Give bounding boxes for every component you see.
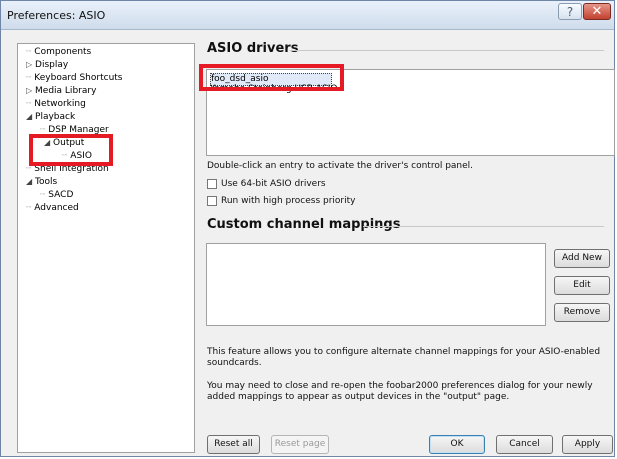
tree-item-advanced[interactable]: ┈ Advanced [26, 203, 79, 213]
cancel-button[interactable]: Cancel [496, 435, 553, 454]
asio-drivers-title: ASIO drivers [207, 41, 299, 56]
tree-item-label: Tools [35, 177, 58, 187]
checkbox-64bit[interactable] [207, 179, 217, 189]
edit-button[interactable]: Edit [554, 276, 610, 295]
tree-item-media-library[interactable]: ▷ Media Library [26, 86, 96, 96]
tree-item-label: Components [34, 47, 92, 57]
tree-item-components[interactable]: ┈ Components [26, 47, 91, 57]
tree-item-label: Advanced [34, 203, 79, 213]
preferences-tree[interactable]: ┈ Components ▷ Display ┈ Keyboard Shortc… [17, 43, 195, 453]
tree-branch-icon: ┈ [26, 47, 32, 57]
tree-branch-icon: ┈ [40, 190, 46, 200]
tree-item-label: SACD [48, 190, 74, 200]
remove-button[interactable]: Remove [554, 303, 610, 322]
driver-hint: Double-click an entry to activate the dr… [207, 161, 474, 171]
expand-arrow-icon[interactable]: ▷ [26, 60, 32, 69]
tree-branch-icon: ┈ [26, 99, 32, 109]
mapping-description: This feature allows you to configure alt… [207, 347, 601, 357]
channel-mapping-list[interactable] [206, 243, 546, 326]
checkbox-high-priority-label[interactable]: Run with high process priority [221, 196, 355, 206]
tree-item-label: Keyboard Shortcuts [34, 73, 123, 83]
expand-arrow-icon[interactable]: ▷ [26, 86, 32, 95]
tree-item-display[interactable]: ▷ Display [26, 60, 68, 70]
output-asio-highlight [29, 134, 113, 166]
tree-item-keyboard-shortcuts[interactable]: ┈ Keyboard Shortcuts [26, 73, 123, 83]
mapping-note-cont: added mappings to appear as output devic… [207, 392, 510, 402]
mapping-note: You may need to close and re-open the fo… [207, 381, 593, 391]
apply-button[interactable]: Apply [562, 435, 613, 454]
tree-item-playback[interactable]: ◢ Playback [26, 112, 75, 122]
preferences-window: Preferences: ASIO ? ✕ ┈ Components ▷ Dis… [0, 0, 615, 457]
close-button[interactable]: ✕ [583, 3, 611, 20]
tree-item-label: Media Library [35, 86, 97, 96]
tree-item-label: Playback [35, 112, 76, 122]
checkbox-high-priority[interactable] [207, 196, 217, 206]
tree-item-label: Display [35, 60, 69, 70]
foo-dsd-asio-highlight [199, 64, 344, 91]
ok-button[interactable]: OK [429, 435, 485, 454]
collapse-arrow-icon[interactable]: ◢ [26, 177, 32, 186]
tree-item-sacd[interactable]: ┈ SACD [40, 190, 73, 200]
tree-branch-icon: ┈ [26, 203, 32, 213]
group-divider [290, 50, 604, 51]
tree-item-networking[interactable]: ┈ Networking [26, 99, 86, 109]
tree-item-label: Networking [34, 99, 86, 109]
window-title: Preferences: ASIO [7, 9, 106, 22]
checkbox-64bit-label[interactable]: Use 64-bit ASIO drivers [221, 179, 326, 189]
collapse-arrow-icon[interactable]: ◢ [26, 112, 32, 121]
custom-mappings-title: Custom channel mappings [207, 217, 401, 232]
group-divider [363, 226, 604, 227]
mapping-description-cont: soundcards. [207, 358, 262, 368]
tree-branch-icon: ┈ [26, 73, 32, 83]
reset-page-button[interactable]: Reset page [271, 435, 329, 454]
add-new-button[interactable]: Add New [554, 249, 610, 268]
help-button[interactable]: ? [558, 3, 582, 20]
title-bar[interactable]: Preferences: ASIO ? ✕ [1, 1, 614, 30]
tree-item-tools[interactable]: ◢ Tools [26, 177, 57, 187]
reset-all-button[interactable]: Reset all [207, 435, 260, 454]
